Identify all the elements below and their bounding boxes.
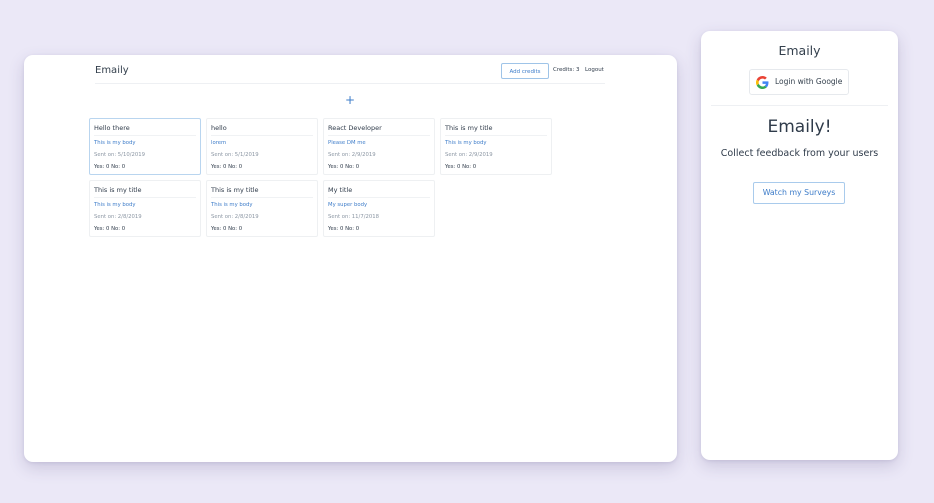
survey-card[interactable]: My title My super body Sent on: 11/7/201… [323,180,435,237]
survey-body: This is my body [211,202,253,208]
brand-logo[interactable]: Emaily [701,43,898,58]
survey-sent-date: Sent on: 2/9/2019 [445,152,493,158]
mobile-landing-window: Emaily Login with Google Emaily! Collect… [701,31,898,460]
google-icon [756,76,769,89]
card-divider [94,197,196,198]
survey-sent-date: Sent on: 2/8/2019 [211,214,259,220]
survey-votes: Yes: 0 No: 0 [328,226,360,232]
survey-body: Please DM me [328,140,366,146]
survey-votes: Yes: 0 No: 0 [211,164,243,170]
header-divider [95,83,605,84]
brand-logo[interactable]: Emaily [95,65,129,76]
header-divider [711,105,888,106]
survey-title: This is my title [94,186,142,194]
survey-card[interactable]: React Developer Please DM me Sent on: 2/… [323,118,435,175]
credits-count: Credits: 3 [553,67,580,73]
survey-votes: Yes: 0 No: 0 [328,164,360,170]
survey-sent-date: Sent on: 5/1/2019 [211,152,259,158]
card-divider [211,197,313,198]
card-divider [94,135,196,136]
survey-sent-date: Sent on: 2/8/2019 [94,214,142,220]
survey-body: My super body [328,202,368,208]
card-divider [328,135,430,136]
survey-card[interactable]: This is my title This is my body Sent on… [89,180,201,237]
survey-card[interactable]: hello lorem Sent on: 5/1/2019 Yes: 0 No:… [206,118,318,175]
survey-votes: Yes: 0 No: 0 [94,164,126,170]
add-survey-button[interactable]: + [345,94,355,106]
add-credits-button[interactable]: Add credits [501,63,549,79]
desktop-dashboard-window: Emaily Add credits Credits: 3 Logout + H… [24,55,677,462]
hero-title: Emaily! [767,117,832,137]
survey-title: React Developer [328,124,382,132]
login-with-google-button[interactable]: Login with Google [749,69,849,95]
card-divider [211,135,313,136]
survey-sent-date: Sent on: 5/10/2019 [94,152,145,158]
login-button-label: Login with Google [775,77,843,86]
survey-title: This is my title [211,186,259,194]
survey-votes: Yes: 0 No: 0 [211,226,243,232]
survey-title: This is my title [445,124,493,132]
card-divider [445,135,547,136]
survey-body: This is my body [445,140,487,146]
survey-card[interactable]: This is my title This is my body Sent on… [440,118,552,175]
survey-title: hello [211,124,227,132]
watch-surveys-button[interactable]: Watch my Surveys [753,182,845,204]
survey-sent-date: Sent on: 2/9/2019 [328,152,376,158]
survey-votes: Yes: 0 No: 0 [445,164,477,170]
survey-title: Hello there [94,124,130,132]
survey-votes: Yes: 0 No: 0 [94,226,126,232]
survey-card[interactable]: This is my title This is my body Sent on… [206,180,318,237]
survey-title: My title [328,186,353,194]
card-divider [328,197,430,198]
survey-body: lorem [211,140,227,146]
survey-sent-date: Sent on: 11/7/2018 [328,214,379,220]
survey-body: This is my body [94,140,136,146]
survey-card[interactable]: Hello there This is my body Sent on: 5/1… [89,118,201,175]
survey-body: This is my body [94,202,136,208]
logout-link[interactable]: Logout [585,67,604,73]
hero-tagline: Collect feedback from your users [720,148,879,159]
